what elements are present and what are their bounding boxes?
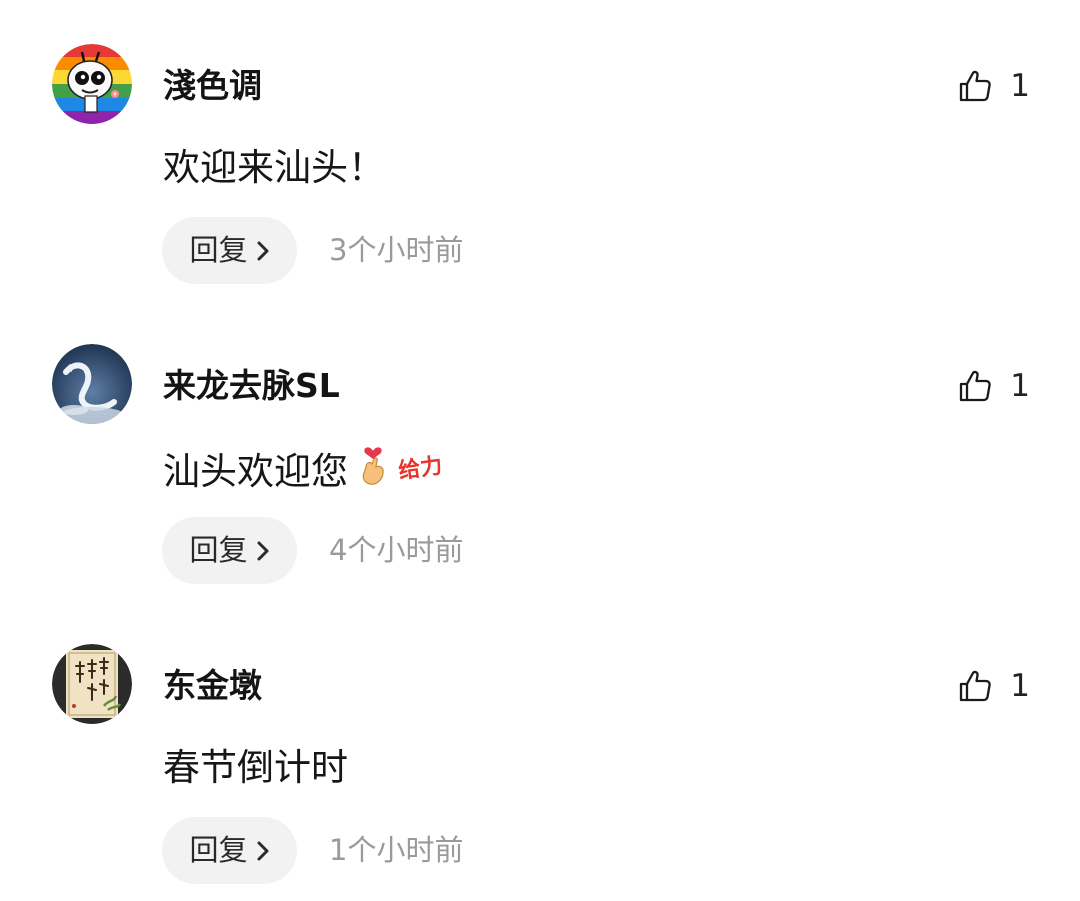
like-count: 1 xyxy=(1010,368,1030,404)
gei-li-sticker: 给力 给力 xyxy=(394,445,450,498)
comment-item: 来龙去脉SL 1 汕头欢迎您 给力 给力 回复 4个小时前 xyxy=(0,300,1080,590)
reply-button[interactable]: 回复 xyxy=(162,817,297,884)
timestamp: 1个小时前 xyxy=(329,833,464,867)
like-count: 1 xyxy=(1010,68,1030,104)
like-button[interactable]: 1 xyxy=(958,364,1030,408)
username[interactable]: 东金墩 xyxy=(163,664,262,708)
thumbs-up-icon[interactable] xyxy=(958,669,992,703)
chevron-right-icon xyxy=(256,840,270,862)
comment-item: 东金墩 1 春节倒计时 回复 1个小时前 xyxy=(0,600,1080,890)
sticker-text: 给力 xyxy=(397,452,444,484)
chevron-right-icon xyxy=(256,240,270,262)
thumbs-up-icon[interactable] xyxy=(958,69,992,103)
reply-button[interactable]: 回复 xyxy=(162,517,297,584)
reply-label: 回复 xyxy=(189,833,248,867)
user-avatar[interactable] xyxy=(52,44,132,124)
comment-text-content: 欢迎来汕头！ xyxy=(163,146,385,189)
username[interactable]: 来龙去脉SL xyxy=(163,364,340,408)
comment-text: 春节倒计时 xyxy=(163,743,348,793)
timestamp: 4个小时前 xyxy=(329,533,464,567)
comment-text: 汕头欢迎您 给力 给力 xyxy=(163,443,450,500)
comment-text: 欢迎来汕头！ xyxy=(163,143,385,193)
like-button[interactable]: 1 xyxy=(958,664,1030,708)
thumbs-up-icon[interactable] xyxy=(958,369,992,403)
reply-button[interactable]: 回复 xyxy=(162,217,297,284)
comment-item: 淺色调 1 欢迎来汕头！ 回复 3个小时前 xyxy=(0,0,1080,290)
timestamp: 3个小时前 xyxy=(329,233,464,267)
like-button[interactable]: 1 xyxy=(958,64,1030,108)
reply-label: 回复 xyxy=(189,533,248,567)
reply-label: 回复 xyxy=(189,233,248,267)
username[interactable]: 淺色调 xyxy=(163,64,262,108)
user-avatar[interactable] xyxy=(52,644,132,724)
like-count: 1 xyxy=(1010,668,1030,704)
finger-heart-emoji xyxy=(356,443,390,500)
chevron-right-icon xyxy=(256,540,270,562)
user-avatar[interactable] xyxy=(52,344,132,424)
comment-text-content: 汕头欢迎您 xyxy=(163,449,348,493)
comment-text-content: 春节倒计时 xyxy=(163,746,348,789)
